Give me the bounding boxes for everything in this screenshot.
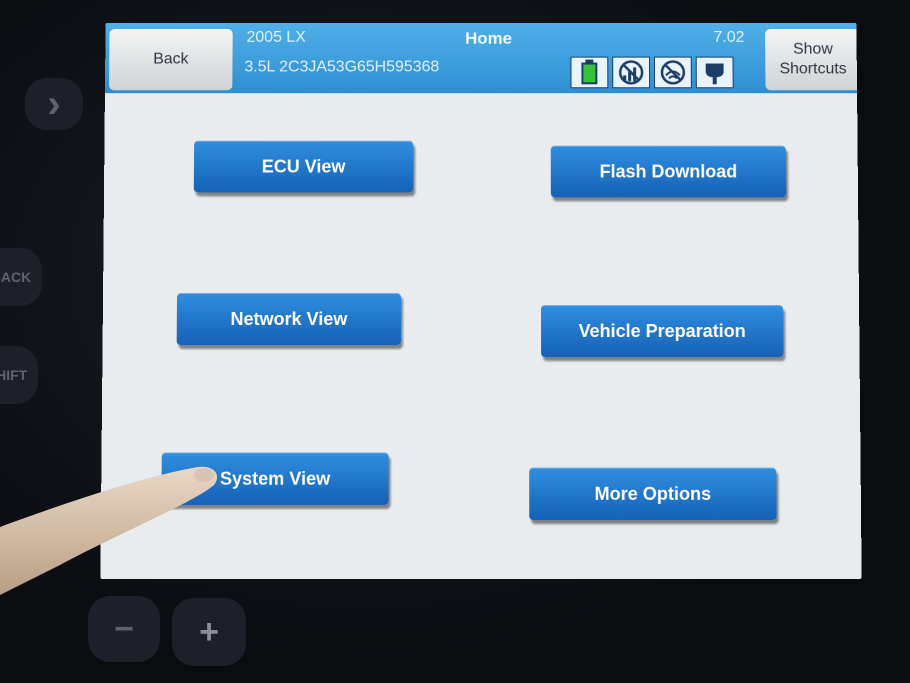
status-icons [570, 57, 733, 89]
vehicle-preparation-button[interactable]: Vehicle Preparation [541, 305, 783, 357]
touchscreen: Back 2005 LX 3.5L 2C3JA53G65H595368 Home… [100, 23, 861, 579]
header-bar: Back 2005 LX 3.5L 2C3JA53G65H595368 Home… [105, 23, 857, 93]
minus-key[interactable]: − [88, 596, 160, 662]
show-shortcuts-line1: Show [779, 40, 846, 60]
next-key[interactable]: › [25, 78, 83, 130]
battery-icon [570, 57, 608, 89]
page-title: Home [465, 29, 512, 49]
more-options-button[interactable]: More Options [529, 468, 776, 520]
no-wireless-icon [654, 57, 692, 89]
ecu-view-button[interactable]: ECU View [194, 141, 414, 193]
plus-key[interactable]: + [172, 598, 246, 666]
show-shortcuts-button[interactable]: Show Shortcuts [765, 29, 861, 90]
flash-download-button[interactable]: Flash Download [551, 146, 786, 198]
system-view-button[interactable]: System View [161, 452, 388, 504]
back-key[interactable]: BACK [0, 248, 42, 306]
no-signal-icon [612, 57, 650, 89]
software-version: 7.02 [713, 29, 744, 47]
vehicle-model-year: 2005 LX [246, 29, 305, 47]
vehicle-connector-icon [696, 57, 734, 89]
network-view-button[interactable]: Network View [177, 293, 401, 345]
shift-key[interactable]: SHIFT [0, 346, 38, 404]
show-shortcuts-line2: Shortcuts [779, 60, 846, 80]
vehicle-engine-vin: 3.5L 2C3JA53G65H595368 [244, 59, 439, 77]
back-button[interactable]: Back [109, 29, 233, 90]
